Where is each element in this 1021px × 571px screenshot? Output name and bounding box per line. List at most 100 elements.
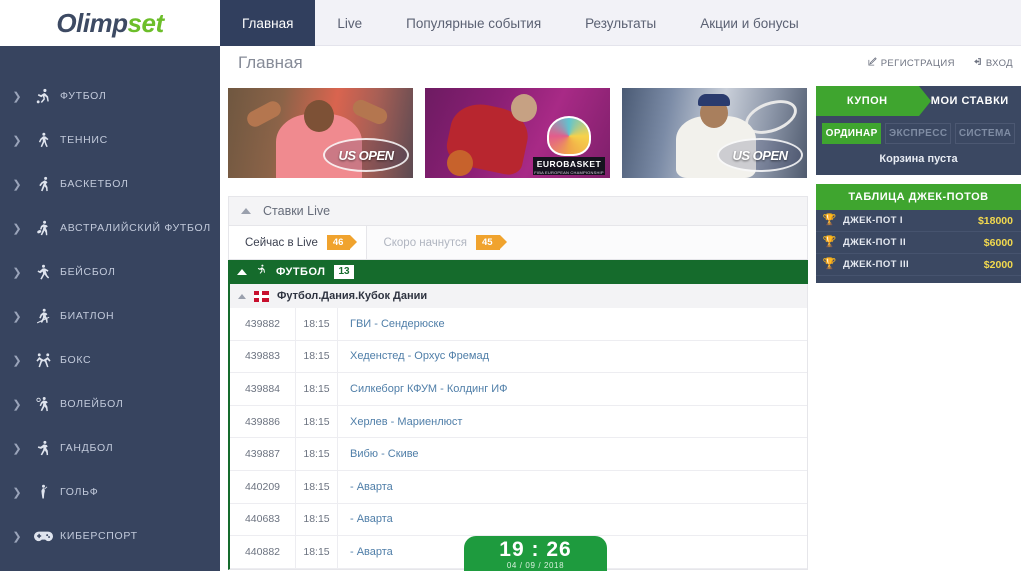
- eurobasket-cup-icon: [547, 116, 591, 156]
- sidebar-label: ФУТБОЛ: [60, 90, 107, 102]
- sidebar-item-australian-football[interactable]: ❯ АВСТРАЛИЙСКИЙ ФУТБОЛ: [0, 206, 220, 250]
- figure-cap: [698, 94, 730, 106]
- match-id: 440683: [230, 503, 296, 536]
- live-bets-panel: Ставки Live Сейчас в Live 46 Скоро начну…: [228, 196, 808, 570]
- match-id: 439887: [230, 438, 296, 471]
- jackpot-value: $18000: [977, 214, 1013, 227]
- basketball-icon: [26, 176, 60, 193]
- chevron-right-icon: ❯: [12, 266, 22, 279]
- nav-item-live[interactable]: Live: [315, 0, 384, 46]
- sidebar-item-biathlon[interactable]: ❯ БИАТЛОН: [0, 294, 220, 338]
- match-teams[interactable]: Хеденстед - Орхус Фремад: [338, 350, 807, 362]
- volleyball-icon: [26, 396, 60, 413]
- sidebar-item-boxing[interactable]: ❯ БОКС: [0, 338, 220, 382]
- tab-live-now[interactable]: Сейчас в Live 46: [229, 226, 368, 259]
- live-panel-header[interactable]: Ставки Live: [228, 196, 808, 226]
- match-time: 18:15: [296, 438, 338, 471]
- brand-part-2: set: [127, 7, 165, 38]
- sidebar-item-basketball[interactable]: ❯ БАСКЕТБОЛ: [0, 162, 220, 206]
- tab-count-badge: 46: [326, 235, 357, 250]
- us-open-logo: US OPEN: [323, 138, 409, 172]
- aussie-football-icon: [26, 220, 60, 237]
- chevron-right-icon: ❯: [12, 134, 22, 147]
- tab-my-bets[interactable]: МОИ СТАВКИ: [919, 86, 1021, 116]
- us-open-logo: US OPEN: [717, 138, 803, 172]
- sidebar-item-handball[interactable]: ❯ ГАНДБОЛ: [0, 426, 220, 470]
- brand-text: Olimpset: [56, 7, 165, 39]
- register-label: РЕГИСТРАЦИЯ: [880, 57, 955, 69]
- table-row[interactable]: 439884 18:15 Силкеборг КФУМ - Колдинг ИФ: [230, 372, 807, 406]
- table-row[interactable]: 439883 18:15 Хеденстед - Орхус Фремад: [230, 340, 807, 374]
- banner-us-open-federer[interactable]: US OPEN: [622, 88, 807, 178]
- jackpot-value: $6000: [983, 236, 1013, 249]
- sidebar-label: КИБЕРСПОРТ: [60, 530, 138, 542]
- sidebar-item-volleyball[interactable]: ❯ ВОЛЕЙБОЛ: [0, 382, 220, 426]
- basketball-ball: [447, 150, 473, 176]
- table-row[interactable]: 439886 18:15 Херлев - Мариенлюст: [230, 405, 807, 439]
- sidebar-label: ТЕННИС: [60, 134, 108, 146]
- gold-trophy-icon: 🏆: [822, 214, 837, 226]
- sidebar-label: БЕЙСБОЛ: [60, 266, 116, 278]
- banner-us-open-nadal[interactable]: US OPEN: [228, 88, 413, 178]
- chevron-up-icon: [241, 208, 251, 214]
- jackpot-value: $2000: [983, 258, 1013, 271]
- nav-item-home[interactable]: Главная: [220, 0, 316, 46]
- live-tabs: Сейчас в Live 46 Скоро начнутся 45: [228, 226, 808, 260]
- sports-sidebar: ❯ ФУТБОЛ ❯ ТЕННИС ❯ БАСКЕТБОЛ ❯ АВСТРАЛИ…: [0, 46, 220, 571]
- sidebar-item-football[interactable]: ❯ ФУТБОЛ: [0, 74, 220, 118]
- jackpot-label: ДЖЕК-ПОТ III: [843, 259, 910, 270]
- page-title: Главная: [238, 53, 303, 72]
- jackpot-table-panel: ТАБЛИЦА ДЖЕК-ПОТОВ 🏆 ДЖЕК-ПОТ I $18000 🏆…: [816, 184, 1021, 283]
- nav-item-popular-events[interactable]: Популярные события: [384, 0, 563, 46]
- table-row[interactable]: 439882 18:15 ГВИ - Сендерюске: [230, 307, 807, 341]
- banner-eurobasket[interactable]: EUROBASKET FIBA EUROPEAN CHAMPIONSHIP: [425, 88, 610, 178]
- tab-starting-soon[interactable]: Скоро начнутся 45: [367, 226, 516, 259]
- sidebar-item-golf[interactable]: ❯ ГОЛЬФ: [0, 470, 220, 514]
- nav-item-promos-bonuses[interactable]: Акции и бонусы: [678, 0, 821, 46]
- silver-trophy-icon: 🏆: [822, 236, 837, 248]
- boxing-icon: [26, 352, 60, 369]
- jackpot-row-2[interactable]: 🏆 ДЖЕК-ПОТ II $6000: [816, 232, 1021, 254]
- bet-type-system[interactable]: СИСТЕМА: [955, 123, 1015, 144]
- figure-arm-right: [350, 97, 390, 127]
- match-id: 440209: [230, 470, 296, 503]
- jackpot-row-1[interactable]: 🏆 ДЖЕК-ПОТ I $18000: [816, 210, 1021, 232]
- handball-icon: [26, 440, 60, 457]
- sidebar-item-baseball[interactable]: ❯ БЕЙСБОЛ: [0, 250, 220, 294]
- match-teams[interactable]: - Аварта: [338, 513, 807, 525]
- baseball-icon: [26, 264, 60, 281]
- jackpot-row-3[interactable]: 🏆 ДЖЕК-ПОТ III $2000: [816, 254, 1021, 276]
- sidebar-item-tennis[interactable]: ❯ ТЕННИС: [0, 118, 220, 162]
- bet-type-single[interactable]: ОРДИНАР: [822, 123, 882, 144]
- sport-group-football[interactable]: ФУТБОЛ 13: [228, 260, 808, 284]
- jackpot-label: ДЖЕК-ПОТ I: [843, 215, 903, 226]
- chevron-up-icon: [238, 293, 246, 299]
- soccer-icon: [26, 88, 60, 105]
- tab-coupon[interactable]: КУПОН: [816, 86, 930, 116]
- match-teams[interactable]: Силкеборг КФУМ - Колдинг ИФ: [338, 383, 807, 395]
- sidebar-label: АВСТРАЛИЙСКИЙ ФУТБОЛ: [60, 222, 211, 234]
- match-teams[interactable]: - Аварта: [338, 481, 807, 493]
- bet-type-express[interactable]: ЭКСПРЕСС: [885, 123, 952, 144]
- sidebar-label: ГАНДБОЛ: [60, 442, 114, 454]
- chevron-right-icon: ❯: [12, 178, 22, 191]
- clock-date: 04 / 09 / 2018: [506, 561, 565, 570]
- match-teams[interactable]: ГВИ - Сендерюске: [338, 318, 807, 330]
- live-panel-title: Ставки Live: [263, 204, 331, 218]
- login-link[interactable]: ВХОД: [973, 57, 1013, 69]
- site-logo[interactable]: Olimpset: [0, 0, 220, 46]
- match-id: 439886: [230, 405, 296, 438]
- sport-name: ФУТБОЛ: [276, 266, 326, 278]
- nav-item-results[interactable]: Результаты: [563, 0, 678, 46]
- match-teams[interactable]: Херлев - Мариенлюст: [338, 416, 807, 428]
- table-row[interactable]: 440683 18:15 - Аварта: [230, 503, 807, 537]
- sidebar-label: БАСКЕТБОЛ: [60, 178, 129, 190]
- jackpot-panel-padding: [816, 276, 1021, 283]
- match-teams[interactable]: Вибю - Скиве: [338, 448, 807, 460]
- table-row[interactable]: 439887 18:15 Вибю - Скиве: [230, 438, 807, 471]
- sidebar-item-esports[interactable]: ❯ КИБЕРСПОРТ: [0, 514, 220, 558]
- register-link[interactable]: РЕГИСТРАЦИЯ: [868, 57, 955, 69]
- sidebar-label: ГОЛЬФ: [60, 486, 99, 498]
- table-row[interactable]: 440209 18:15 - Аварта: [230, 470, 807, 504]
- league-row[interactable]: Футбол.Дания.Кубок Дании: [228, 284, 808, 308]
